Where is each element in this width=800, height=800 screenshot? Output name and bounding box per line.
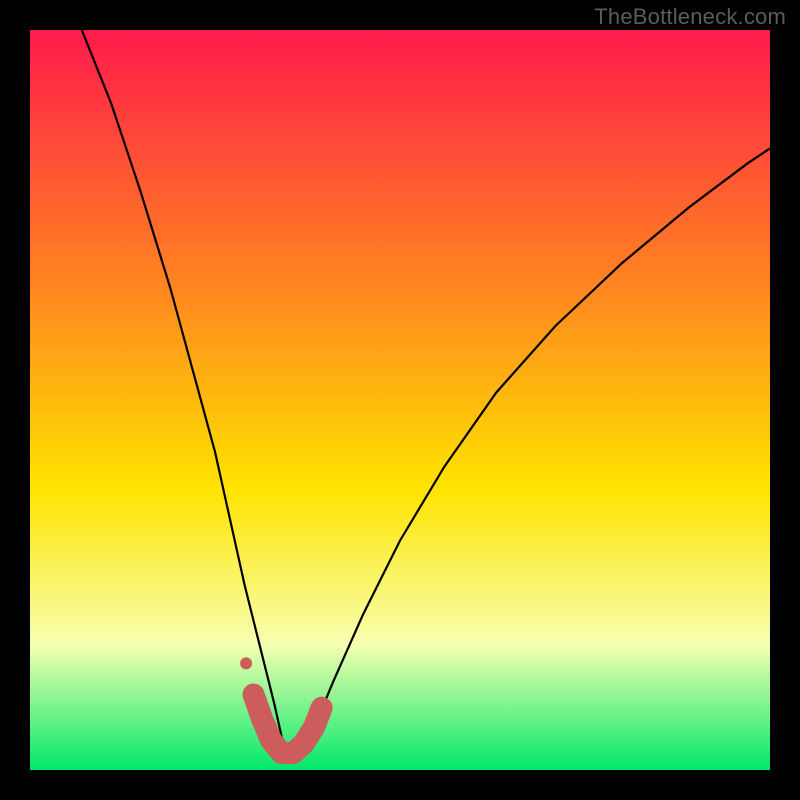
chart-svg <box>0 0 800 800</box>
highlight-dot <box>240 657 252 669</box>
plot-background <box>30 30 770 770</box>
chart-frame: TheBottleneck.com <box>0 0 800 800</box>
watermark-text: TheBottleneck.com <box>594 4 786 30</box>
